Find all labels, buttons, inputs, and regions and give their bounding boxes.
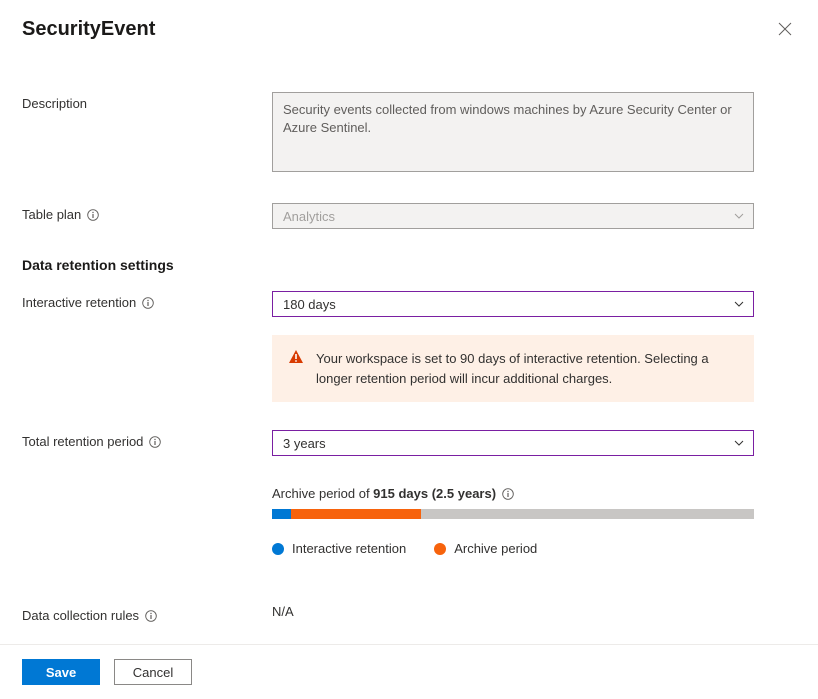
table-plan-select: Analytics bbox=[272, 203, 754, 229]
info-icon[interactable] bbox=[145, 610, 157, 622]
description-textarea bbox=[272, 92, 754, 172]
info-icon[interactable] bbox=[149, 436, 161, 448]
retention-progress-bar bbox=[272, 509, 754, 519]
data-collection-rules-label: Data collection rules bbox=[22, 604, 272, 623]
table-plan-label: Table plan bbox=[22, 203, 272, 222]
interactive-retention-label: Interactive retention bbox=[22, 291, 272, 310]
total-retention-label: Total retention period bbox=[22, 430, 272, 449]
info-icon[interactable] bbox=[87, 209, 99, 221]
chevron-down-icon bbox=[733, 298, 745, 310]
close-button[interactable] bbox=[774, 18, 796, 42]
info-icon[interactable] bbox=[142, 297, 154, 309]
interactive-retention-select[interactable]: 180 days bbox=[272, 291, 754, 317]
legend-dot-interactive bbox=[272, 543, 284, 555]
legend-interactive: Interactive retention bbox=[272, 541, 406, 556]
close-icon bbox=[778, 24, 792, 39]
retention-warning: Your workspace is set to 90 days of inte… bbox=[272, 335, 754, 402]
progress-interactive-segment bbox=[272, 509, 291, 519]
description-label: Description bbox=[22, 92, 272, 111]
legend-dot-archive bbox=[434, 543, 446, 555]
progress-archive-segment bbox=[291, 509, 421, 519]
chevron-down-icon bbox=[733, 437, 745, 449]
chevron-down-icon bbox=[733, 210, 745, 222]
retention-legend: Interactive retention Archive period bbox=[272, 541, 754, 556]
info-icon[interactable] bbox=[502, 488, 514, 500]
legend-archive: Archive period bbox=[434, 541, 537, 556]
retention-section-heading: Data retention settings bbox=[22, 257, 796, 273]
total-retention-select[interactable]: 3 years bbox=[272, 430, 754, 456]
page-title: SecurityEvent bbox=[22, 18, 155, 41]
save-button[interactable]: Save bbox=[22, 659, 100, 685]
data-collection-rules-value: N/A bbox=[272, 604, 294, 619]
cancel-button[interactable]: Cancel bbox=[114, 659, 192, 685]
archive-period-text: Archive period of 915 days (2.5 years) bbox=[272, 486, 754, 501]
warning-icon bbox=[288, 349, 304, 365]
footer-actions: Save Cancel bbox=[0, 644, 818, 699]
